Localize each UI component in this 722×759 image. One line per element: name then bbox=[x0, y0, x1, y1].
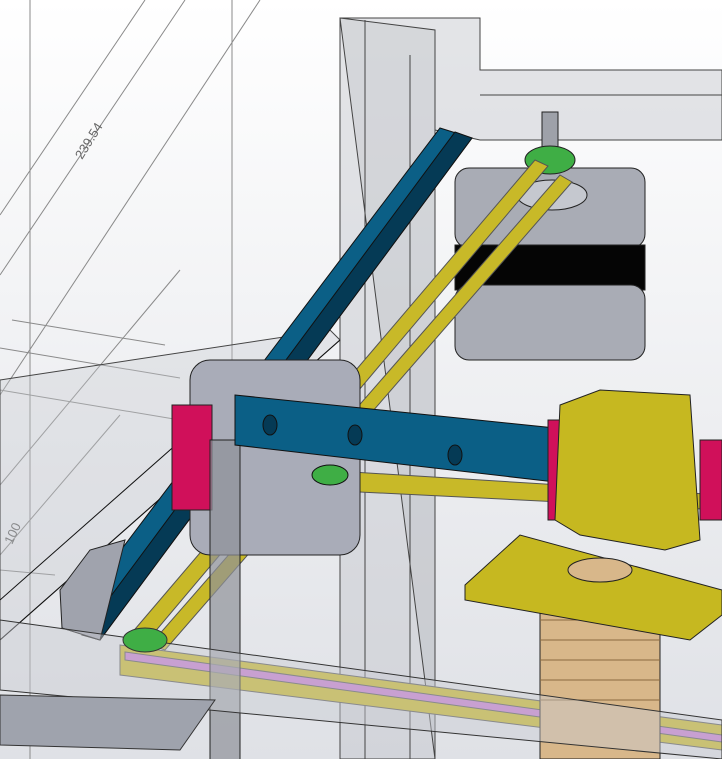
corner-pulley-icon bbox=[122, 627, 168, 653]
cad-viewport[interactable]: 239.54 100 bbox=[0, 0, 722, 759]
idler-pulley-icon bbox=[311, 464, 349, 486]
